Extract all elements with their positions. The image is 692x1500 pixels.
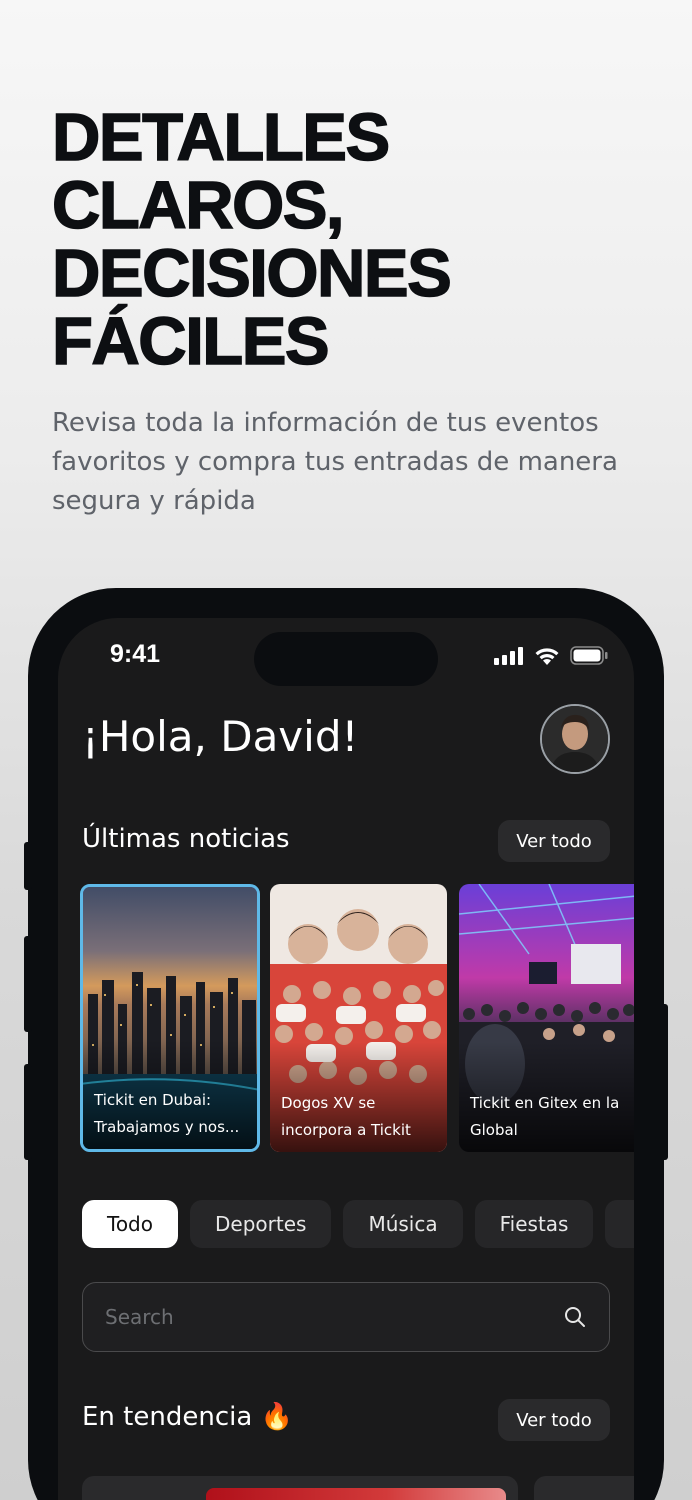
headline-line-4: FÁCILES bbox=[51, 304, 330, 379]
news-card[interactable]: Tickit en Gitex en la Global bbox=[459, 884, 634, 1152]
app-screen: 9:41 ¡Hola, David! Últimas noticias Ver … bbox=[58, 618, 634, 1500]
phone-side-button-action bbox=[24, 842, 32, 890]
phone-side-button-volume-up bbox=[24, 936, 32, 1032]
news-caption-line-2: Trabajamos y nos... bbox=[94, 1118, 240, 1136]
phone-side-button-power bbox=[660, 1004, 668, 1160]
greeting-title: ¡Hola, David! bbox=[82, 712, 359, 761]
trending-see-all-button[interactable]: Ver todo bbox=[498, 1399, 610, 1441]
news-see-all-button[interactable]: Ver todo bbox=[498, 820, 610, 862]
battery-icon bbox=[570, 646, 608, 665]
news-card-caption: Tickit en Dubai: Trabajamos y nos... bbox=[94, 1087, 249, 1141]
cellular-signal-icon bbox=[494, 646, 523, 665]
search-input[interactable] bbox=[105, 1301, 525, 1333]
avatar-portrait bbox=[542, 706, 608, 772]
news-caption-line-1: Dogos XV se bbox=[281, 1094, 376, 1112]
news-card-caption: Tickit en Gitex en la Global bbox=[470, 1090, 628, 1144]
headline-line-1: DETALLES bbox=[51, 100, 391, 175]
news-card-caption: Dogos XV se incorpora a Tickit bbox=[281, 1090, 439, 1144]
category-chip-fiestas[interactable]: Fiestas bbox=[474, 1200, 594, 1248]
status-icons bbox=[494, 646, 608, 665]
news-caption-line-1: Tickit en Gitex en la bbox=[470, 1094, 620, 1112]
category-chip-more[interactable] bbox=[605, 1200, 634, 1248]
news-section-title: Últimas noticias bbox=[82, 824, 290, 854]
phone-side-button-volume-down bbox=[24, 1064, 32, 1160]
category-chips: Todo Deportes Música Fiestas bbox=[82, 1200, 634, 1248]
category-chip-deportes[interactable]: Deportes bbox=[190, 1200, 332, 1248]
status-time: 9:41 bbox=[110, 640, 161, 668]
headline-line-2: CLAROS, bbox=[51, 168, 345, 243]
search-bar[interactable] bbox=[82, 1282, 610, 1352]
category-chip-todo[interactable]: Todo bbox=[82, 1200, 178, 1248]
promo-headline: DETALLES CLAROS, DECISIONES FÁCILES bbox=[51, 100, 452, 379]
trending-card[interactable] bbox=[534, 1476, 634, 1500]
trending-card-image bbox=[206, 1488, 506, 1500]
user-avatar[interactable] bbox=[540, 704, 610, 774]
news-carousel[interactable]: Tickit en Dubai: Trabajamos y nos... Dog… bbox=[80, 884, 634, 1154]
news-card[interactable]: Dogos XV se incorpora a Tickit bbox=[270, 884, 447, 1152]
news-caption-line-2: Global bbox=[470, 1121, 518, 1139]
category-chip-musica[interactable]: Música bbox=[343, 1200, 463, 1248]
news-caption-line-2: incorpora a Tickit bbox=[281, 1121, 411, 1139]
news-caption-line-1: Tickit en Dubai: bbox=[94, 1091, 212, 1109]
headline-line-3: DECISIONES bbox=[51, 236, 452, 311]
trending-section-title: En tendencia 🔥 bbox=[82, 1402, 293, 1432]
promo-subheadline: Revisa toda la información de tus evento… bbox=[52, 408, 618, 516]
news-card[interactable]: Tickit en Dubai: Trabajamos y nos... bbox=[80, 884, 260, 1152]
wifi-icon bbox=[535, 648, 559, 665]
search-icon[interactable] bbox=[563, 1305, 587, 1329]
dynamic-island bbox=[254, 632, 438, 686]
